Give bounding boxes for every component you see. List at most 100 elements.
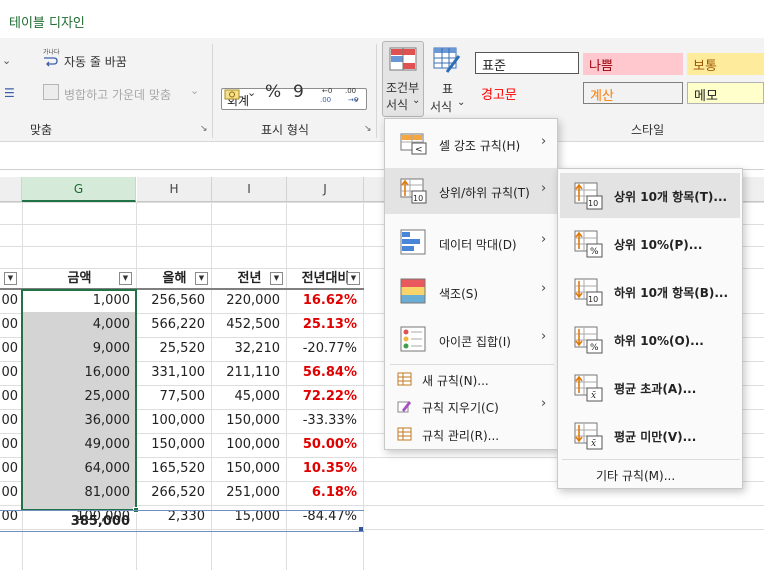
table-cell-j[interactable]: 72.22% xyxy=(287,386,364,408)
table-cell-partial[interactable]: 00 xyxy=(0,434,22,456)
table-header-this-year[interactable]: 올해 ▼ xyxy=(137,268,212,290)
table-cell-partial[interactable]: 00 xyxy=(0,410,22,432)
table-cell-j[interactable]: 10.35% xyxy=(287,458,364,480)
cell-style-neutral[interactable]: 보통 xyxy=(687,53,764,75)
dialog-launcher-icon[interactable]: ↘ xyxy=(364,124,372,134)
table-header-yoy[interactable]: 전년대비 ▼ xyxy=(287,268,364,290)
increase-decimal-icon[interactable]: ←0.00 xyxy=(318,85,338,103)
table-cell-g[interactable]: 1,000 xyxy=(22,290,137,312)
indent-icon[interactable]: ☰ xyxy=(4,86,15,100)
table-cell-i[interactable]: 211,110 xyxy=(212,362,287,384)
menu-item-manage-rules[interactable]: 규칙 관리(R)... xyxy=(385,423,557,445)
table-cell-i[interactable]: 15,000 xyxy=(212,506,287,528)
table-cell-i[interactable]: 150,000 xyxy=(212,458,287,480)
filter-dropdown-icon[interactable]: ▼ xyxy=(4,272,17,285)
table-cell-i[interactable]: 100,000 xyxy=(212,434,287,456)
table-cell-g[interactable]: 4,000 xyxy=(22,314,137,336)
wrap-text-button[interactable]: 자동 줄 바꿈 xyxy=(64,53,127,70)
table-cell-h[interactable]: 25,520 xyxy=(137,338,212,360)
column-header-g[interactable]: G xyxy=(22,177,136,202)
menu-item-data-bars[interactable]: 데이터 막대(D) › xyxy=(385,219,557,265)
submenu-item-more-rules[interactable]: 기타 규칙(M)... xyxy=(560,462,740,486)
cell-style-normal[interactable]: 표준 xyxy=(475,52,579,74)
total-cell[interactable]: 385,000 xyxy=(22,511,137,533)
menu-item-icon-sets[interactable]: 아이콘 집합(I) › xyxy=(385,316,557,362)
table-cell-j[interactable]: 16.62% xyxy=(287,290,364,312)
percent-style-button[interactable]: % xyxy=(265,82,281,102)
table-cell-partial[interactable]: 00 xyxy=(0,386,22,408)
table-cell-h[interactable]: 256,560 xyxy=(137,290,212,312)
cell-style-bad[interactable]: 나쁨 xyxy=(583,53,683,75)
submenu-item-bottom-10-items[interactable]: 10 하위 10개 항목(B)... xyxy=(560,269,740,314)
table-cell-g[interactable]: 25,000 xyxy=(22,386,137,408)
table-header-partial[interactable]: ▼ xyxy=(0,268,22,290)
submenu-item-top-10-items[interactable]: 10 상위 10개 항목(T)... xyxy=(560,173,740,218)
dialog-launcher-icon[interactable]: ↘ xyxy=(200,124,208,134)
comma-style-button[interactable]: 9 xyxy=(293,82,304,102)
chevron-down-icon[interactable]: ⌄ xyxy=(2,54,11,67)
table-cell-g[interactable]: 36,000 xyxy=(22,410,137,432)
table-cell-h[interactable]: 150,000 xyxy=(137,434,212,456)
accounting-format-button[interactable] xyxy=(224,87,242,104)
filter-dropdown-icon[interactable]: ▼ xyxy=(270,272,283,285)
submenu-item-top-10-percent[interactable]: % 상위 10%(P)... xyxy=(560,221,740,266)
table-cell-i[interactable]: 45,000 xyxy=(212,386,287,408)
table-cell-h[interactable]: 77,500 xyxy=(137,386,212,408)
tab-table-design[interactable]: 테이블 디자인 xyxy=(9,12,85,31)
table-cell-g[interactable]: 49,000 xyxy=(22,434,137,456)
table-cell-partial[interactable]: 00 xyxy=(0,290,22,312)
submenu-item-above-average[interactable]: x̄ 평균 초과(A)... xyxy=(560,365,740,410)
table-cell-partial[interactable]: 00 xyxy=(0,482,22,504)
column-header-h[interactable]: H xyxy=(137,177,212,202)
table-cell-j[interactable]: -84.47% xyxy=(287,506,364,528)
merge-center-button[interactable]: 병합하고 가운데 맞춤 xyxy=(64,86,171,103)
table-cell-j[interactable]: 6.18% xyxy=(287,482,364,504)
conditional-formatting-button[interactable]: 조건부 서식 ⌄ xyxy=(382,41,424,117)
filter-dropdown-icon[interactable]: ▼ xyxy=(119,272,132,285)
menu-item-top-bottom-rules[interactable]: 10 상위/하위 규칙(T) › xyxy=(385,168,557,214)
table-cell-j[interactable]: -33.33% xyxy=(287,410,364,432)
table-cell-g[interactable]: 16,000 xyxy=(22,362,137,384)
submenu-item-bottom-10-percent[interactable]: % 하위 10%(O)... xyxy=(560,317,740,362)
table-cell-h[interactable]: 266,520 xyxy=(137,482,212,504)
decrease-decimal-icon[interactable]: .00→0 xyxy=(343,85,363,103)
menu-item-highlight-cells-rules[interactable]: < 셀 강조 규칙(H) › xyxy=(385,121,557,167)
table-cell-i[interactable]: 150,000 xyxy=(212,410,287,432)
table-cell-partial[interactable]: 00 xyxy=(0,338,22,360)
table-cell-h[interactable]: 165,520 xyxy=(137,458,212,480)
table-cell-partial[interactable]: 00 xyxy=(0,362,22,384)
table-cell-partial[interactable]: 00 xyxy=(0,506,22,528)
column-header-i[interactable]: I xyxy=(212,177,287,202)
filter-dropdown-icon[interactable]: ▼ xyxy=(347,272,360,285)
column-header-partial[interactable] xyxy=(0,177,22,202)
wrap-text-icon[interactable]: 가나다 xyxy=(43,49,61,68)
table-cell-h[interactable]: 331,100 xyxy=(137,362,212,384)
table-header-amount[interactable]: 금액 ▼ xyxy=(22,268,137,290)
table-cell-partial[interactable]: 00 xyxy=(0,314,22,336)
cell-style-warning[interactable]: 경고문 xyxy=(475,82,579,104)
table-cell-h[interactable]: 566,220 xyxy=(137,314,212,336)
table-cell-i[interactable]: 251,000 xyxy=(212,482,287,504)
table-cell-i[interactable]: 452,500 xyxy=(212,314,287,336)
table-cell-j[interactable]: 25.13% xyxy=(287,314,364,336)
table-cell-i[interactable]: 32,210 xyxy=(212,338,287,360)
merge-center-dropdown-icon[interactable]: ⌄ xyxy=(190,84,199,97)
cell-style-note[interactable]: 메모 xyxy=(687,82,764,104)
table-resize-handle[interactable] xyxy=(359,527,363,531)
submenu-item-below-average[interactable]: x̄ 평균 미만(V)... xyxy=(560,413,740,458)
table-cell-g[interactable]: 64,000 xyxy=(22,458,137,480)
table-cell-partial[interactable]: 00 xyxy=(0,458,22,480)
cell-style-calculation[interactable]: 계산 xyxy=(583,82,683,104)
menu-item-clear-rules[interactable]: 규칙 지우기(C) › xyxy=(385,395,557,417)
chevron-down-icon[interactable]: ⌄ xyxy=(247,86,256,99)
table-header-last-year[interactable]: 전년 ▼ xyxy=(212,268,287,290)
table-cell-j[interactable]: 50.00% xyxy=(287,434,364,456)
column-header-j[interactable]: J xyxy=(287,177,364,202)
menu-item-color-scales[interactable]: 색조(S) › xyxy=(385,268,557,314)
menu-item-new-rule[interactable]: 새 규칙(N)... xyxy=(385,368,557,390)
table-cell-i[interactable]: 220,000 xyxy=(212,290,287,312)
table-cell-g[interactable]: 81,000 xyxy=(22,482,137,504)
filter-dropdown-icon[interactable]: ▼ xyxy=(195,272,208,285)
table-cell-g[interactable]: 9,000 xyxy=(22,338,137,360)
table-cell-j[interactable]: -20.77% xyxy=(287,338,364,360)
